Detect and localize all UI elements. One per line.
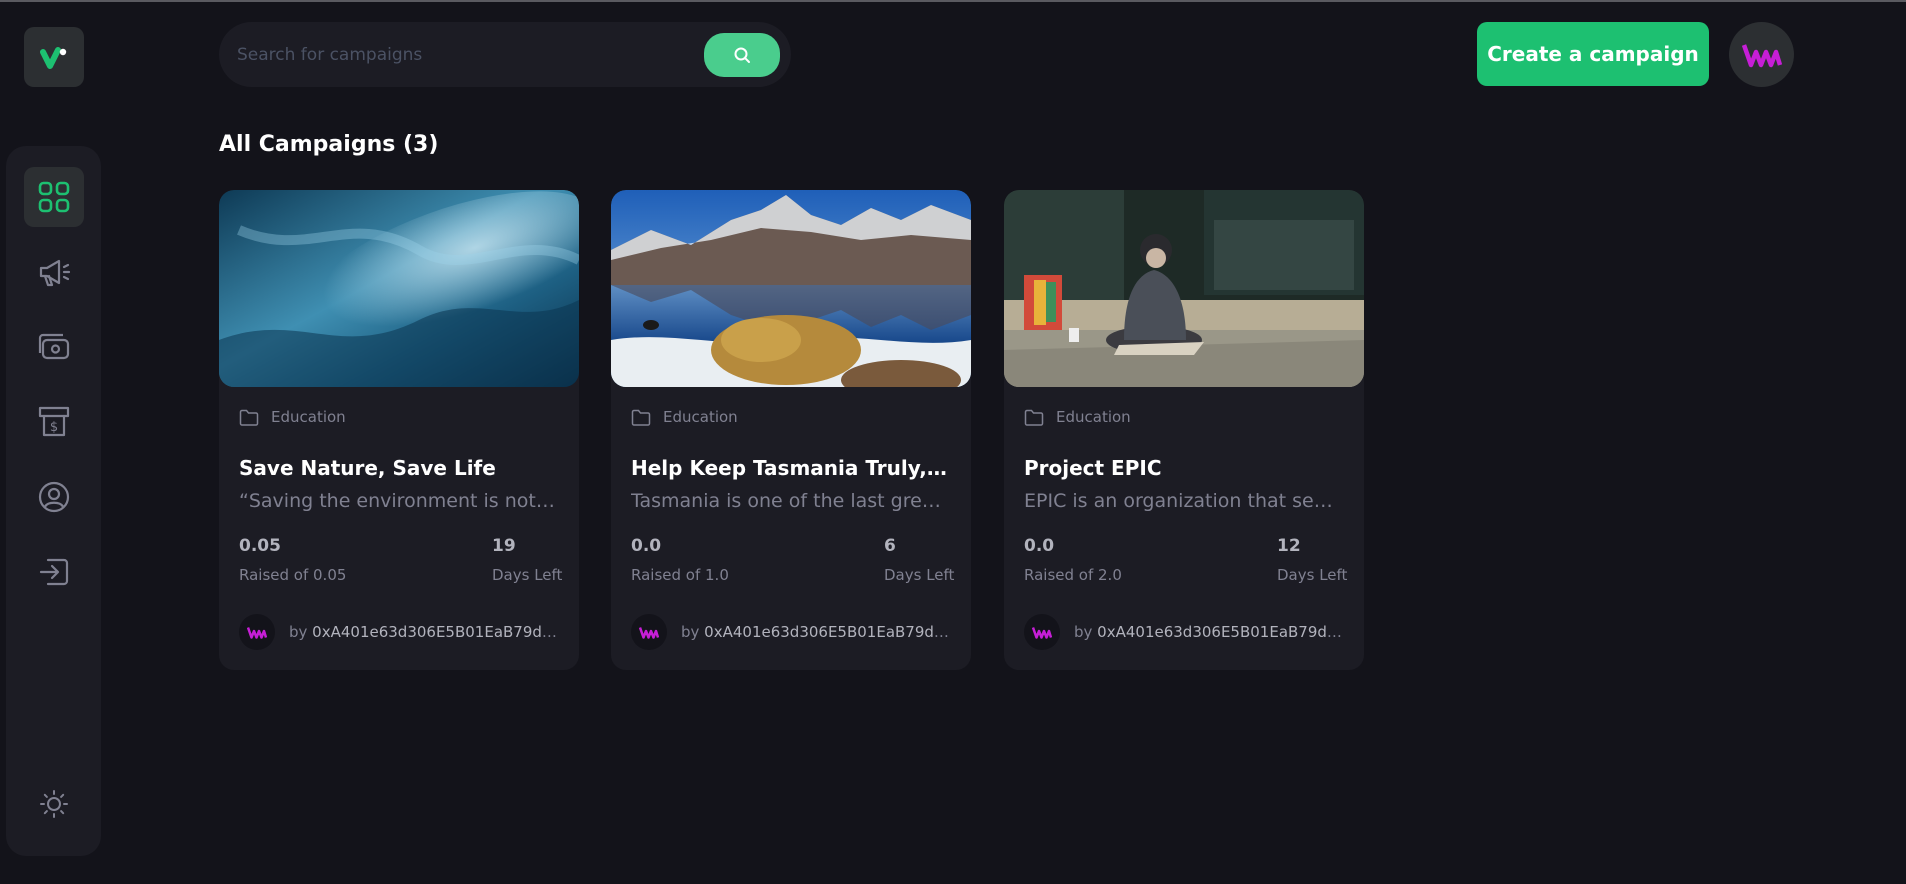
- campaign-card[interactable]: Education Help Keep Tasmania Truly, Deep…: [611, 190, 971, 670]
- brand-mark-icon: [1741, 43, 1782, 67]
- days-left-label: Days Left: [1277, 566, 1348, 584]
- category-row: Education: [239, 408, 346, 426]
- user-icon: [38, 481, 70, 513]
- category-row: Education: [1024, 408, 1131, 426]
- owner-row: by 0xA401e63d306E5B01EaB79db8873Cd0e1C73…: [631, 614, 951, 650]
- campaign-title: Project EPIC: [1024, 456, 1162, 480]
- search-icon: [734, 47, 750, 63]
- owner-row: by 0xA401e63d306E5B01EaB79db8873Cd0e1C73…: [239, 614, 559, 650]
- campaign-image: [219, 190, 579, 387]
- search-button[interactable]: [704, 33, 780, 77]
- category-label: Education: [663, 408, 738, 426]
- folder-icon: [1024, 409, 1044, 426]
- sidebar-item-profile[interactable]: [24, 467, 84, 527]
- sidebar-item-campaign[interactable]: [24, 242, 84, 302]
- create-campaign-button[interactable]: Create a campaign: [1477, 22, 1709, 86]
- search-input[interactable]: [237, 22, 707, 87]
- owner-address: by 0xA401e63d306E5B01EaB79db8873Cd0e1C73…: [289, 623, 559, 641]
- raised-amount: 0.0: [1024, 536, 1055, 556]
- category-label: Education: [1056, 408, 1131, 426]
- campaign-card[interactable]: Education Save Nature, Save Life “Saving…: [219, 190, 579, 670]
- grid-icon: [38, 181, 70, 213]
- sidebar-item-withdraw[interactable]: $: [24, 392, 84, 452]
- owner-avatar: [1024, 614, 1060, 650]
- logo-icon: [40, 47, 67, 69]
- owner-address: by 0xA401e63d306E5B01EaB79db8873Cd0e1C73…: [681, 623, 951, 641]
- sidebar-item-payment[interactable]: [24, 317, 84, 377]
- profile-avatar-button[interactable]: [1729, 22, 1794, 87]
- raised-target: Raised of 2.0: [1024, 566, 1122, 584]
- campaign-image: [611, 190, 971, 387]
- days-left-value: 12: [1277, 536, 1301, 556]
- raised-target: Raised of 0.05: [239, 566, 347, 584]
- campaign-description: “Saving the environment is not only abou…: [239, 490, 559, 512]
- raised-target: Raised of 1.0: [631, 566, 729, 584]
- app-logo[interactable]: [24, 27, 84, 87]
- campaign-title: Help Keep Tasmania Truly, Deeply Wild: [631, 456, 951, 480]
- category-label: Education: [271, 408, 346, 426]
- wallet-icon: [38, 333, 70, 360]
- megaphone-icon: [39, 259, 71, 287]
- days-left-label: Days Left: [884, 566, 955, 584]
- folder-icon: [631, 409, 651, 426]
- sidebar-item-dashboard[interactable]: [24, 167, 84, 227]
- brand-mark-icon: [247, 626, 267, 639]
- logout-icon: [39, 558, 69, 586]
- days-left-label: Days Left: [492, 566, 563, 584]
- brand-mark-icon: [639, 626, 659, 639]
- raised-amount: 0.05: [239, 536, 281, 556]
- days-left-value: 19: [492, 536, 516, 556]
- campaign-description: Tasmania is one of the last great wild p…: [631, 490, 951, 512]
- days-left-value: 6: [884, 536, 896, 556]
- campaign-description: EPIC is an organization that seeks to su…: [1024, 490, 1344, 512]
- category-row: Education: [631, 408, 738, 426]
- owner-avatar: [239, 614, 275, 650]
- owner-row: by 0xA401e63d306E5B01EaB79db8873Cd0e1C73…: [1024, 614, 1344, 650]
- svg-text:$: $: [50, 420, 58, 435]
- owner-avatar: [631, 614, 667, 650]
- campaign-card[interactable]: Education Project EPIC EPIC is an organi…: [1004, 190, 1364, 670]
- search-bar: [219, 22, 791, 87]
- page-title: All Campaigns (3): [219, 132, 439, 157]
- sidebar-item-logout[interactable]: [24, 542, 84, 602]
- folder-icon: [239, 409, 259, 426]
- owner-address: by 0xA401e63d306E5B01EaB79db8873Cd0e1C73…: [1074, 623, 1344, 641]
- campaign-image: [1004, 190, 1364, 387]
- sidebar: $: [6, 146, 101, 856]
- sun-icon: [40, 790, 68, 818]
- theme-toggle-button[interactable]: [24, 774, 84, 834]
- withdraw-icon: $: [38, 406, 70, 437]
- brand-mark-icon: [1032, 626, 1052, 639]
- campaign-title: Save Nature, Save Life: [239, 456, 496, 480]
- window-top-border: [0, 0, 1906, 2]
- raised-amount: 0.0: [631, 536, 662, 556]
